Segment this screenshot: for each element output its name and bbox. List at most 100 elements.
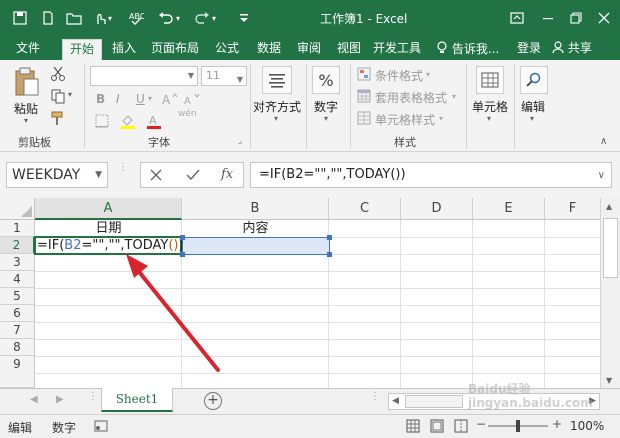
column-header-e[interactable]: E [473, 198, 545, 220]
undo-dropdown-icon[interactable]: ▾ [172, 6, 184, 30]
cell-styles-icon[interactable] [356, 110, 372, 126]
row-header-1[interactable]: 1 [0, 220, 35, 237]
cells-icon[interactable] [476, 66, 504, 94]
resize-handle-icon[interactable]: ⋮ [118, 163, 128, 186]
scroll-left-icon[interactable]: ◀ [392, 396, 399, 406]
alignment-icon[interactable] [262, 66, 292, 94]
alignment-dropdown-icon[interactable]: ▾ [274, 114, 278, 123]
new-file-icon[interactable] [36, 6, 60, 30]
more-sheets-icon[interactable]: ⋮ [88, 391, 98, 402]
tab-data[interactable]: 数据 [250, 39, 288, 60]
format-as-table-button[interactable]: 套用表格格式 [375, 89, 447, 106]
scroll-thumb[interactable] [405, 395, 463, 408]
borders-icon[interactable] [92, 112, 112, 130]
font-name-combo[interactable]: ▼ [90, 66, 198, 86]
bold-button[interactable]: B [96, 92, 105, 106]
paste-dropdown-icon[interactable]: ▾ [24, 116, 28, 125]
close-icon[interactable] [590, 6, 618, 30]
format-table-icon[interactable] [356, 88, 372, 104]
touch-dropdown-icon[interactable]: ▾ [104, 6, 116, 30]
zoom-slider-thumb[interactable] [516, 420, 520, 432]
expand-formula-icon[interactable]: ∨ [598, 164, 605, 188]
redo-dropdown-icon[interactable]: ▾ [208, 6, 220, 30]
italic-button[interactable]: I [116, 92, 120, 106]
paste-label[interactable]: 粘贴 [14, 100, 38, 117]
underline-dropdown-icon[interactable]: ▾ [148, 94, 152, 103]
collapse-ribbon-icon[interactable]: ∧ [600, 136, 607, 147]
fill-color-icon[interactable] [118, 112, 138, 130]
tab-insert[interactable]: 插入 [104, 39, 144, 60]
font-grow-icon[interactable]: A [160, 90, 180, 108]
prev-sheet-icon[interactable]: ◀ [30, 394, 38, 405]
tab-file[interactable]: 文件 [8, 39, 48, 60]
customize-qat-icon[interactable] [232, 6, 256, 30]
tab-formulas[interactable]: 公式 [208, 39, 246, 60]
column-header-c[interactable]: C [329, 198, 401, 220]
login-link[interactable]: 登录 [512, 39, 546, 60]
zoom-in-button[interactable]: + [552, 417, 562, 431]
row-header-4[interactable]: 4 [0, 271, 35, 288]
page-break-view-icon[interactable] [454, 419, 468, 433]
number-dropdown-icon[interactable]: ▾ [324, 114, 328, 123]
tab-split-handle-icon[interactable]: ⋮ [370, 391, 380, 402]
row-header-6[interactable]: 6 [0, 305, 35, 322]
next-sheet-icon[interactable]: ▶ [56, 394, 64, 405]
spelling-icon[interactable]: ABC [124, 6, 148, 30]
ribbon-display-options-icon[interactable] [503, 6, 531, 30]
share-button[interactable]: 共享 [552, 39, 612, 58]
conditional-format-button[interactable]: 条件格式 [375, 67, 423, 84]
column-header-a[interactable]: A [35, 198, 182, 220]
sheet-tab-sheet1[interactable]: Sheet1 [101, 388, 173, 412]
minimize-icon[interactable] [534, 6, 562, 30]
restore-icon[interactable] [562, 6, 590, 30]
reference-handle[interactable] [327, 235, 332, 240]
open-folder-icon[interactable] [62, 6, 86, 30]
formula-input[interactable]: =IF(B2="","",TODAY()) ∨ [250, 162, 612, 188]
column-header-d[interactable]: D [401, 198, 473, 220]
tab-home[interactable]: 开始 [62, 39, 102, 60]
cancel-icon[interactable] [149, 168, 167, 184]
vertical-scrollbar[interactable]: ▲ ▼ [600, 198, 620, 388]
font-color-icon[interactable]: A [144, 112, 164, 130]
editing-search-icon[interactable] [520, 66, 548, 94]
reference-handle[interactable] [327, 252, 332, 257]
editing-dropdown-icon[interactable]: ▾ [530, 114, 534, 123]
conditional-format-icon[interactable] [356, 66, 372, 82]
reference-handle[interactable] [180, 235, 185, 240]
copy-dropdown-icon[interactable]: ▾ [68, 90, 72, 99]
copy-icon[interactable] [48, 86, 68, 106]
insert-function-icon[interactable]: fx [221, 167, 233, 182]
phonetic-guide-button[interactable]: wén [178, 109, 197, 119]
tab-page-layout[interactable]: 页面布局 [146, 39, 204, 60]
tell-me-box[interactable]: 告诉我... [436, 40, 512, 58]
row-header-5[interactable]: 5 [0, 288, 35, 305]
column-header-f[interactable]: F [545, 198, 600, 220]
save-icon[interactable] [8, 6, 32, 30]
column-header-b[interactable]: B [182, 198, 329, 220]
normal-view-icon[interactable] [406, 419, 420, 433]
paste-icon[interactable] [12, 66, 42, 98]
page-layout-view-icon[interactable] [430, 419, 444, 433]
cell-b1[interactable]: 内容 [182, 220, 329, 237]
tab-view[interactable]: 视图 [330, 39, 368, 60]
tab-review[interactable]: 审阅 [290, 39, 328, 60]
scroll-thumb[interactable] [603, 218, 618, 278]
zoom-slider[interactable] [488, 420, 548, 432]
editing-label[interactable]: 编辑 [521, 98, 545, 115]
cell-styles-button[interactable]: 单元格样式 [375, 111, 435, 128]
number-label[interactable]: 数字 [314, 98, 338, 115]
cells-label[interactable]: 单元格 [472, 98, 508, 115]
cells-dropdown-icon[interactable]: ▾ [487, 114, 491, 123]
cell-a1[interactable]: 日期 [35, 220, 182, 237]
alignment-label[interactable]: 对齐方式 [253, 98, 301, 115]
zoom-out-button[interactable]: − [476, 417, 486, 431]
row-header-2[interactable]: 2 [0, 237, 35, 254]
percent-icon[interactable]: % [312, 66, 340, 94]
enter-check-icon[interactable] [185, 168, 203, 184]
select-all-corner[interactable] [0, 198, 35, 220]
row-header-3[interactable]: 3 [0, 254, 35, 271]
row-header-7[interactable]: 7 [0, 322, 35, 339]
underline-button[interactable]: U [136, 92, 145, 106]
name-box[interactable]: WEEKDAY ▼ [6, 162, 108, 188]
dialog-launcher-icon[interactable]: ⌟ [238, 136, 242, 146]
